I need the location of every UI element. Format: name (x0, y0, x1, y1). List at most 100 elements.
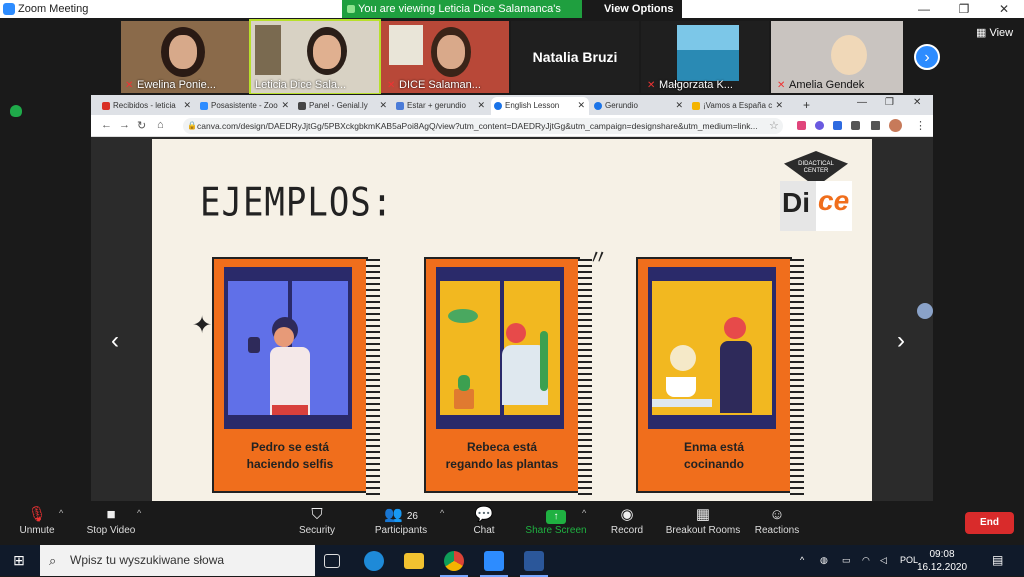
windows-start-icon[interactable]: ⊞ (0, 545, 38, 576)
home-icon[interactable]: ⌂ (157, 119, 164, 131)
reactions-button[interactable]: ☺ Reactions (752, 503, 802, 545)
browser-close-button[interactable]: ✕ (913, 97, 921, 108)
next-participants-button[interactable]: › (914, 44, 940, 70)
view-label: View (989, 27, 1014, 39)
example-card: Rebeca está regando las plantas (424, 257, 592, 495)
view-options-button[interactable]: View Options ⌄ (582, 0, 682, 33)
reading-list-icon[interactable] (871, 121, 880, 130)
card-shadow-lines (578, 259, 592, 495)
forward-icon[interactable]: → (119, 119, 130, 131)
reload-icon[interactable]: ↻ (137, 119, 146, 132)
url-input[interactable]: 🔒 canva.com/design/DAEDRyJjtGg/5PBXckgbk… (183, 118, 783, 134)
close-button[interactable]: ✕ (984, 0, 1024, 18)
stop-video-label: Stop Video (86, 525, 136, 536)
unmute-button[interactable]: 🎙 Unmute (12, 503, 62, 545)
zoom-app-icon (3, 3, 15, 15)
tab-close-icon[interactable]: ✕ (577, 97, 585, 114)
caption-line: regando las plantas (445, 457, 559, 471)
chat-button[interactable]: 💬 Chat (462, 503, 506, 545)
next-slide-arrow[interactable]: › (897, 327, 905, 355)
tray-app-icon[interactable]: ◍ (820, 555, 828, 566)
unmute-label: Unmute (19, 525, 55, 536)
previous-slide-arrow[interactable]: ‹ (111, 327, 119, 355)
participant-tile[interactable]: Amelia Gendek ✕ (771, 21, 903, 93)
file-explorer-icon[interactable] (404, 553, 424, 569)
caption-line: haciendo selfis (246, 457, 334, 471)
viewing-banner: You are viewing Leticia Dice Salamanca's… (342, 0, 582, 33)
share-options-caret[interactable]: ^ (582, 508, 586, 518)
google-icon (594, 102, 602, 110)
browser-minimize-button[interactable]: — (857, 97, 867, 108)
participants-button[interactable]: 👥 26 Participants (368, 503, 434, 545)
browser-tab[interactable]: Gerundio ✕ (591, 97, 687, 115)
word-icon[interactable] (520, 551, 548, 577)
bookmark-star-icon[interactable]: ☆ (769, 119, 779, 132)
battery-icon[interactable]: ▭ (842, 555, 851, 566)
zoom-taskbar-icon[interactable] (480, 551, 508, 577)
floating-mic-icon[interactable] (917, 303, 933, 319)
record-button[interactable]: ◉ Record (604, 503, 650, 545)
participant-tile[interactable]: Małgorzata K... ✕ (641, 21, 769, 93)
tab-close-icon[interactable]: ✕ (775, 97, 783, 114)
participants-count: 26 (406, 511, 418, 522)
restore-button[interactable]: ❐ (944, 0, 984, 18)
participant-tile[interactable]: Natalia Bruzi (511, 21, 639, 93)
tab-close-icon[interactable]: ✕ (477, 97, 485, 114)
logo-text: DIDACTICAL (798, 161, 834, 167)
record-icon: ◉ (620, 506, 634, 523)
extension-icon[interactable] (797, 121, 806, 130)
extension-icon[interactable] (833, 121, 842, 130)
browser-restore-button[interactable]: ❐ (885, 97, 894, 108)
example-card: Enma está cocinando (636, 257, 804, 495)
share-screen-button[interactable]: ↑ Share Screen (524, 503, 588, 545)
end-meeting-button[interactable]: End (965, 512, 1014, 534)
security-button[interactable]: ⛉ Security (292, 503, 342, 545)
clock-date: 16.12.2020 (916, 562, 968, 573)
browser-tab-strip: Recibidos - leticia ✕ Posasistente - Zoo ✕… (91, 95, 933, 115)
new-tab-button[interactable]: + (803, 98, 810, 112)
card-caption: Rebeca está regando las plantas (426, 439, 578, 473)
extension-icon[interactable] (815, 121, 824, 130)
participant-name: DICE Salaman... (399, 79, 481, 91)
tab-close-icon[interactable]: ✕ (675, 97, 683, 114)
browser-tab-active[interactable]: English Lesson ✕ (491, 97, 589, 115)
participant-tile-active-speaker[interactable]: Leticia Dice Sala... (249, 19, 381, 95)
back-icon[interactable]: ← (101, 119, 112, 131)
browser-tab[interactable]: Posasistente - Zoo ✕ (197, 97, 293, 115)
participants-options-caret[interactable]: ^ (440, 508, 444, 518)
minimize-button[interactable]: — (904, 0, 944, 18)
tab-label: Posasistente - Zoo (211, 101, 278, 110)
browser-tab[interactable]: Recibidos - leticia ✕ (99, 97, 195, 115)
muted-mic-icon: 🎙 (27, 506, 47, 523)
video-options-caret[interactable]: ^ (137, 508, 141, 518)
taskbar-search-input[interactable]: ⌕ Wpisz tu wyszukiwane słowa (40, 545, 315, 576)
notifications-icon[interactable]: ▤ (992, 553, 1003, 567)
participant-tile[interactable]: DICE Salaman... ✕ (381, 21, 509, 93)
browser-menu-icon[interactable]: ⋮ (915, 119, 926, 132)
share-arrow-icon: ↑ (546, 510, 566, 524)
profile-avatar[interactable] (889, 119, 902, 132)
stop-video-button[interactable]: ■ Stop Video (80, 503, 142, 545)
taskbar-clock[interactable]: 09:08 16.12.2020 (912, 548, 972, 574)
view-button[interactable]: ▦ View (976, 26, 1013, 39)
participant-tile[interactable]: Ewelina Ponie... ✕ (121, 21, 249, 93)
encryption-shield-icon[interactable] (10, 105, 22, 117)
browser-tab[interactable]: Panel - Genial.ly ✕ (295, 97, 391, 115)
task-view-icon[interactable] (324, 554, 340, 568)
browser-tab[interactable]: Estar + gerundio ✕ (393, 97, 489, 115)
participant-name: Leticia Dice Sala... (255, 79, 347, 91)
edge-browser-icon[interactable] (364, 551, 384, 571)
wifi-icon[interactable]: ◠ (862, 555, 870, 566)
url-text: canva.com/design/DAEDRyJjtGg/5PBXckgbkmK… (197, 121, 758, 131)
tray-chevron-icon[interactable]: ^ (800, 555, 804, 565)
tab-close-icon[interactable]: ✕ (183, 97, 191, 114)
chrome-icon[interactable] (440, 551, 468, 577)
browser-tab[interactable]: ¡Vamos a España c ✕ (689, 97, 787, 115)
audio-options-caret[interactable]: ^ (59, 508, 63, 518)
breakout-rooms-button[interactable]: ▦ Breakout Rooms (664, 503, 742, 545)
tab-close-icon[interactable]: ✕ (281, 97, 289, 114)
tab-close-icon[interactable]: ✕ (379, 97, 387, 114)
extensions-puzzle-icon[interactable] (851, 121, 860, 130)
meeting-controls-bar (0, 503, 1024, 545)
volume-icon[interactable]: ◁ (880, 555, 887, 566)
